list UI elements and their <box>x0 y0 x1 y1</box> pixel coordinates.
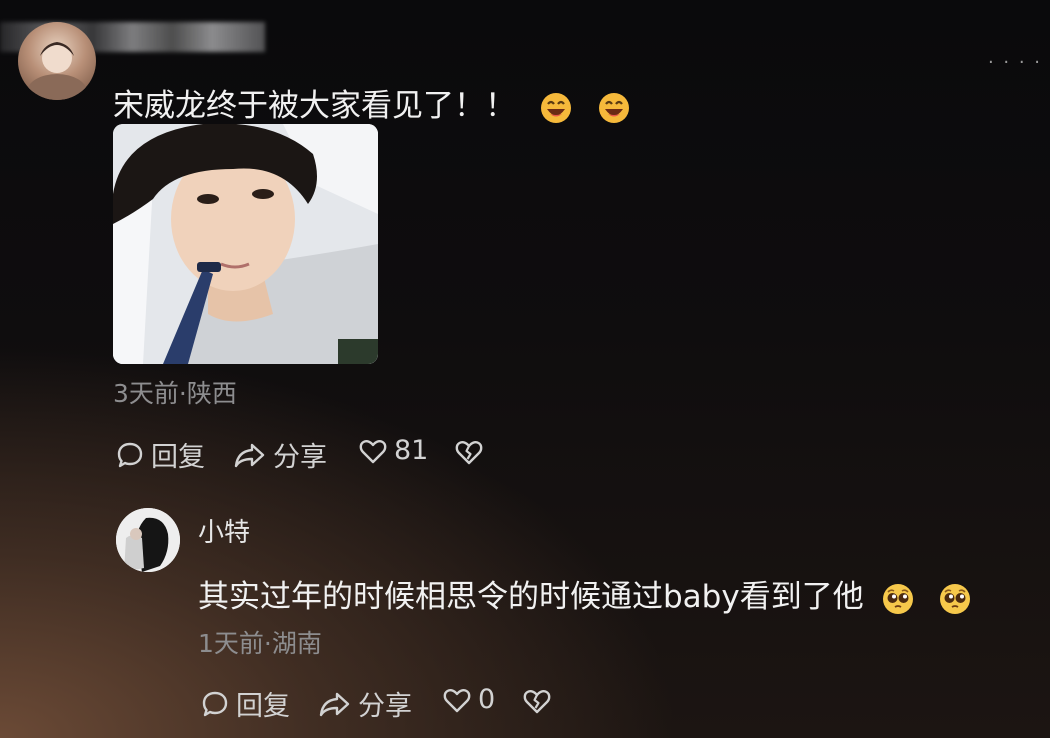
pleading-face-icon <box>940 583 971 614</box>
reply-button[interactable]: 回复 <box>115 435 205 474</box>
photo-of-person-icon <box>113 124 378 364</box>
speech-bubble-icon <box>202 691 228 716</box>
broken-heart-icon <box>523 690 551 714</box>
reply-like-button[interactable]: 0 <box>442 684 495 715</box>
grinning-face-icon <box>540 92 571 123</box>
share-label: 分享 <box>358 691 412 722</box>
reply-text-row: 其实过年的时候相思令的时候通过baby看到了他 <box>198 571 971 616</box>
heart-icon <box>443 688 471 712</box>
comment-text-row: 宋威龙终于被大家看见了！！ <box>113 80 630 125</box>
reply-share-button[interactable]: 分享 <box>318 684 412 723</box>
comment-image[interactable] <box>113 124 378 364</box>
share-arrow-icon <box>319 692 350 716</box>
reply-label: 回复 <box>151 442 205 473</box>
more-options-icon[interactable]: · · · · <box>988 52 1042 73</box>
replier-avatar[interactable] <box>116 508 180 572</box>
reply-like-count: 0 <box>478 684 496 715</box>
share-button[interactable]: 分享 <box>233 435 327 474</box>
commenter-avatar[interactable] <box>18 22 96 100</box>
heart-icon <box>359 439 387 463</box>
reply-username[interactable]: 小特 <box>198 512 250 549</box>
share-label: 分享 <box>273 442 327 473</box>
like-count: 81 <box>394 435 429 466</box>
comment-meta: 3天前·陕西 <box>113 379 237 408</box>
reply-dislike-button[interactable] <box>522 686 552 716</box>
like-button[interactable]: 81 <box>358 435 428 466</box>
dislike-button[interactable] <box>454 437 484 467</box>
reply-reply-button[interactable]: 回复 <box>200 684 290 723</box>
comment-text: 宋威龙终于被大家看见了！！ <box>113 88 516 124</box>
broken-heart-icon <box>455 441 483 465</box>
pleading-face-icon <box>882 583 913 614</box>
reply-meta: 1天前·湖南 <box>198 629 322 658</box>
avatar-photo-icon <box>116 508 180 572</box>
avatar-photo-icon <box>27 42 87 100</box>
grinning-face-icon <box>598 92 629 123</box>
share-arrow-icon <box>234 443 265 467</box>
speech-bubble-icon <box>117 442 143 467</box>
reply-text: 其实过年的时候相思令的时候通过baby看到了他 <box>198 579 864 615</box>
reply-label: 回复 <box>236 691 290 722</box>
